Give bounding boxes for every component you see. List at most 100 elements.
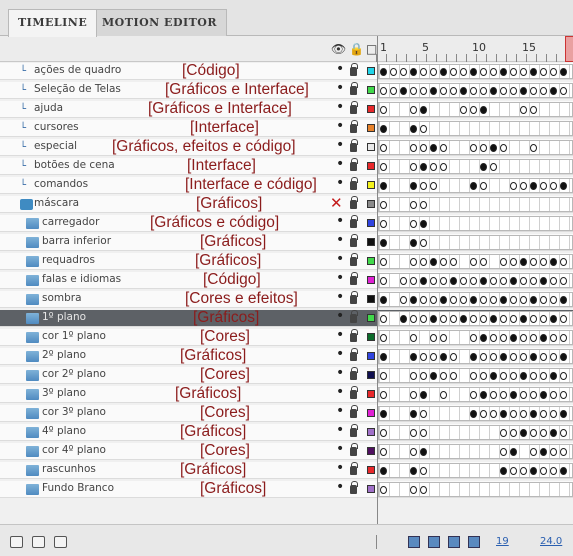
keyframe[interactable] bbox=[460, 277, 467, 285]
keyframe[interactable] bbox=[500, 144, 507, 152]
keyframe[interactable] bbox=[400, 277, 407, 285]
keyframe[interactable] bbox=[560, 372, 567, 380]
keyframe[interactable] bbox=[550, 258, 557, 266]
keyframe[interactable] bbox=[470, 87, 477, 95]
keyframe[interactable] bbox=[520, 353, 527, 361]
keyframe[interactable] bbox=[410, 353, 417, 361]
keyframe[interactable] bbox=[430, 87, 437, 95]
outline-color-swatch[interactable] bbox=[367, 257, 375, 265]
keyframe[interactable] bbox=[530, 277, 537, 285]
tab-timeline[interactable]: TIMELINE bbox=[8, 9, 98, 37]
frame-track[interactable] bbox=[378, 178, 573, 193]
keyframe[interactable] bbox=[500, 334, 507, 342]
layer-name[interactable]: cor 2º plano bbox=[42, 368, 106, 380]
visibility-dot-icon[interactable]: • bbox=[336, 479, 344, 495]
keyframe[interactable] bbox=[490, 372, 497, 380]
keyframe[interactable] bbox=[510, 429, 517, 437]
keyframe[interactable] bbox=[420, 448, 427, 456]
keyframe[interactable] bbox=[430, 372, 437, 380]
keyframe[interactable] bbox=[530, 144, 537, 152]
layer-row[interactable]: Fundo Branco [Gráficos] • bbox=[0, 479, 573, 498]
keyframe[interactable] bbox=[490, 87, 497, 95]
keyframe[interactable] bbox=[540, 68, 547, 76]
layer-row[interactable]: carregador [Gráficos e código] • bbox=[0, 213, 573, 232]
keyframe[interactable] bbox=[470, 182, 477, 190]
frame-track[interactable] bbox=[378, 83, 573, 98]
keyframe[interactable] bbox=[530, 391, 537, 399]
keyframe[interactable] bbox=[420, 87, 427, 95]
layer-lock-icon[interactable] bbox=[350, 348, 358, 361]
layer-lock-icon[interactable] bbox=[350, 443, 358, 456]
keyframe[interactable] bbox=[500, 448, 507, 456]
layer-row[interactable]: barra inferior [Gráficos] • bbox=[0, 232, 573, 251]
keyframe[interactable] bbox=[500, 68, 507, 76]
keyframe[interactable] bbox=[380, 144, 387, 152]
keyframe[interactable] bbox=[560, 391, 567, 399]
keyframe[interactable] bbox=[530, 372, 537, 380]
keyframe[interactable] bbox=[530, 296, 537, 304]
layer-name[interactable]: 4º plano bbox=[42, 425, 86, 437]
visibility-dot-icon[interactable]: • bbox=[336, 403, 344, 419]
keyframe[interactable] bbox=[410, 106, 417, 114]
outline-color-swatch[interactable] bbox=[367, 390, 375, 398]
frame-track[interactable] bbox=[378, 121, 573, 136]
keyframe[interactable] bbox=[550, 410, 557, 418]
keyframe[interactable] bbox=[520, 372, 527, 380]
keyframe[interactable] bbox=[410, 163, 417, 171]
keyframe[interactable] bbox=[500, 372, 507, 380]
layer-lock-icon[interactable] bbox=[350, 101, 358, 114]
frame-track[interactable] bbox=[378, 330, 573, 345]
keyframe[interactable] bbox=[380, 410, 387, 418]
visibility-dot-icon[interactable]: • bbox=[336, 80, 344, 96]
keyframe[interactable] bbox=[400, 315, 407, 323]
visibility-dot-icon[interactable]: • bbox=[336, 213, 344, 229]
keyframe[interactable] bbox=[430, 296, 437, 304]
keyframe[interactable] bbox=[420, 353, 427, 361]
outline-color-swatch[interactable] bbox=[367, 352, 375, 360]
keyframe[interactable] bbox=[430, 144, 437, 152]
keyframe[interactable] bbox=[430, 68, 437, 76]
keyframe[interactable] bbox=[410, 467, 417, 475]
visibility-dot-icon[interactable]: • bbox=[336, 346, 344, 362]
keyframe[interactable] bbox=[420, 296, 427, 304]
layer-lock-icon[interactable] bbox=[350, 291, 358, 304]
keyframe[interactable] bbox=[430, 163, 437, 171]
keyframe[interactable] bbox=[550, 296, 557, 304]
keyframe[interactable] bbox=[560, 315, 567, 323]
keyframe[interactable] bbox=[530, 429, 537, 437]
keyframe[interactable] bbox=[410, 391, 417, 399]
frame-track[interactable] bbox=[378, 102, 573, 117]
new-folder-icon[interactable] bbox=[32, 536, 45, 548]
keyframe[interactable] bbox=[550, 315, 557, 323]
frame-track[interactable] bbox=[378, 140, 573, 155]
onion-skin-outlines-icon[interactable] bbox=[448, 536, 460, 548]
keyframe[interactable] bbox=[530, 315, 537, 323]
layer-name[interactable]: especial bbox=[34, 140, 77, 152]
layer-lock-icon[interactable] bbox=[350, 272, 358, 285]
keyframe[interactable] bbox=[510, 467, 517, 475]
frame-track[interactable] bbox=[378, 292, 573, 307]
keyframe[interactable] bbox=[560, 182, 567, 190]
keyframe[interactable] bbox=[550, 353, 557, 361]
frame-track[interactable] bbox=[378, 349, 573, 364]
frame-track[interactable] bbox=[378, 425, 573, 440]
frame-track[interactable] bbox=[378, 64, 573, 79]
keyframe[interactable] bbox=[380, 315, 387, 323]
keyframe[interactable] bbox=[550, 334, 557, 342]
keyframe[interactable] bbox=[540, 315, 547, 323]
keyframe[interactable] bbox=[450, 315, 457, 323]
new-layer-icon[interactable] bbox=[10, 536, 23, 548]
keyframe[interactable] bbox=[520, 296, 527, 304]
outline-color-swatch[interactable] bbox=[367, 200, 375, 208]
keyframe[interactable] bbox=[440, 258, 447, 266]
keyframe[interactable] bbox=[390, 87, 397, 95]
keyframe[interactable] bbox=[420, 68, 427, 76]
layer-lock-icon[interactable] bbox=[350, 215, 358, 228]
keyframe[interactable] bbox=[530, 106, 537, 114]
keyframe[interactable] bbox=[520, 106, 527, 114]
outline-color-swatch[interactable] bbox=[367, 67, 375, 75]
keyframe[interactable] bbox=[560, 258, 567, 266]
keyframe[interactable] bbox=[520, 391, 527, 399]
keyframe[interactable] bbox=[380, 201, 387, 209]
keyframe[interactable] bbox=[420, 486, 427, 494]
